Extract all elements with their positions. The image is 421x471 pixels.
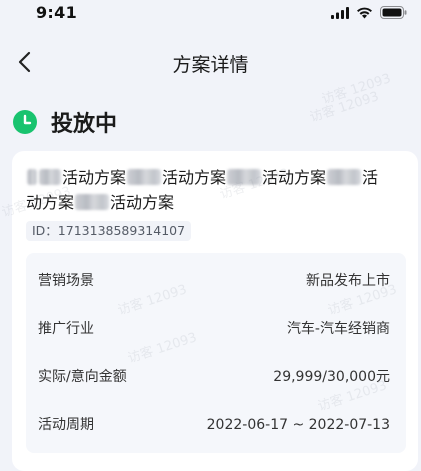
- status-time: 9:41: [36, 3, 77, 22]
- plan-name: 活动方案 活动方案 活动方案活动方案 活动方案: [26, 165, 396, 215]
- info-value: 新品发布上市: [306, 273, 390, 289]
- info-value: 汽车-汽车经销商: [286, 321, 390, 337]
- redacted-text: [127, 169, 162, 185]
- plan-name-part: 活动方案: [62, 168, 127, 187]
- info-row-marketing-scene: 营销场景 新品发布上市: [26, 269, 406, 293]
- page-title: 方案详情: [172, 54, 249, 76]
- redacted-text: [27, 169, 37, 185]
- watermark: 访客 12093: [308, 89, 381, 126]
- plan-name-part: 活: [362, 168, 379, 187]
- redacted-text: [327, 169, 362, 185]
- status-bar: 9:41: [0, 0, 421, 28]
- redacted-text: [39, 169, 61, 185]
- redacted-text: [227, 169, 262, 185]
- plan-name-part: 活动方案: [110, 193, 175, 212]
- battery-icon: [380, 6, 407, 19]
- navigation-bar: 方案详情: [0, 40, 421, 84]
- redacted-text: [75, 194, 110, 210]
- info-label: 推广行业: [38, 321, 94, 337]
- plan-name-part: 活动方案: [262, 168, 327, 187]
- info-box: 营销场景 新品发布上市 推广行业 汽车-汽车经销商 实际/意向金额 29,999…: [26, 253, 406, 453]
- wifi-icon: [357, 7, 372, 18]
- info-label: 实际/意向金额: [38, 369, 127, 385]
- plan-detail-card: 活动方案 活动方案 活动方案活动方案 活动方案 ID：1713138589314107…: [0, 151, 418, 471]
- info-row-period: 活动周期 2022-06-17 ~ 2022-07-13: [26, 413, 406, 437]
- info-label: 营销场景: [38, 273, 94, 289]
- clock-icon: [13, 110, 37, 134]
- plan-id-tag: ID：1713138589314107: [26, 221, 192, 241]
- info-label: 活动周期: [38, 417, 94, 433]
- plan-name-part: 活动方案: [162, 168, 227, 187]
- status-text: 投放中: [51, 112, 118, 137]
- info-row-amount: 实际/意向金额 29,999/30,000元: [26, 365, 406, 389]
- plan-name-part: 动方案: [26, 193, 75, 212]
- info-row-industry: 推广行业 汽车-汽车经销商: [26, 317, 406, 341]
- cellular-signal-icon: [331, 6, 349, 19]
- plan-status: 投放中: [12, 106, 117, 138]
- info-value: 29,999/30,000元: [273, 369, 390, 385]
- status-icons: [331, 6, 407, 19]
- info-value: 2022-06-17 ~ 2022-07-13: [206, 417, 390, 433]
